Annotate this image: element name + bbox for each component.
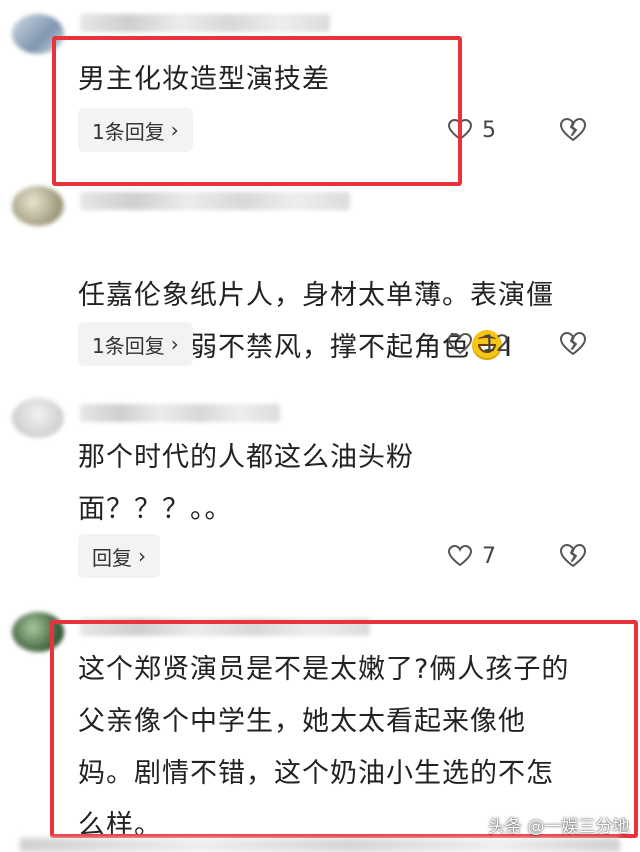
reply-label: 1条回复 — [92, 333, 165, 358]
reply-label: 回复 — [92, 545, 132, 570]
chevron-right-icon: › — [138, 544, 146, 568]
avatar[interactable] — [12, 398, 64, 438]
highlight-box — [50, 620, 638, 838]
heart-icon — [448, 545, 472, 567]
reply-button[interactable]: 回复 › — [78, 534, 160, 578]
avatar[interactable] — [12, 186, 64, 226]
like-count: 7 — [482, 543, 496, 569]
dislike-button[interactable] — [560, 534, 586, 578]
like-count: 12 — [482, 331, 510, 357]
like-button[interactable]: 12 — [448, 322, 510, 366]
username-blurred — [80, 14, 330, 32]
broken-heart-icon — [560, 118, 586, 141]
highlight-box — [52, 36, 462, 186]
username-blurred — [80, 192, 350, 210]
like-button[interactable]: 7 — [448, 534, 496, 578]
dislike-button[interactable] — [560, 322, 586, 366]
like-count: 5 — [482, 117, 496, 143]
username-blurred — [80, 404, 280, 422]
next-comment-blurred — [20, 838, 620, 852]
comment-text: 那个时代的人都这么油头粉 面？？？。。 — [78, 442, 414, 525]
reply-button[interactable]: 1条回复 › — [78, 322, 193, 366]
chevron-right-icon: › — [170, 332, 179, 356]
broken-heart-icon — [560, 332, 586, 355]
dislike-button[interactable] — [560, 108, 586, 152]
heart-icon — [448, 333, 472, 355]
watermark: 头条 @一娱三分地 — [488, 817, 630, 837]
broken-heart-icon — [560, 544, 586, 567]
